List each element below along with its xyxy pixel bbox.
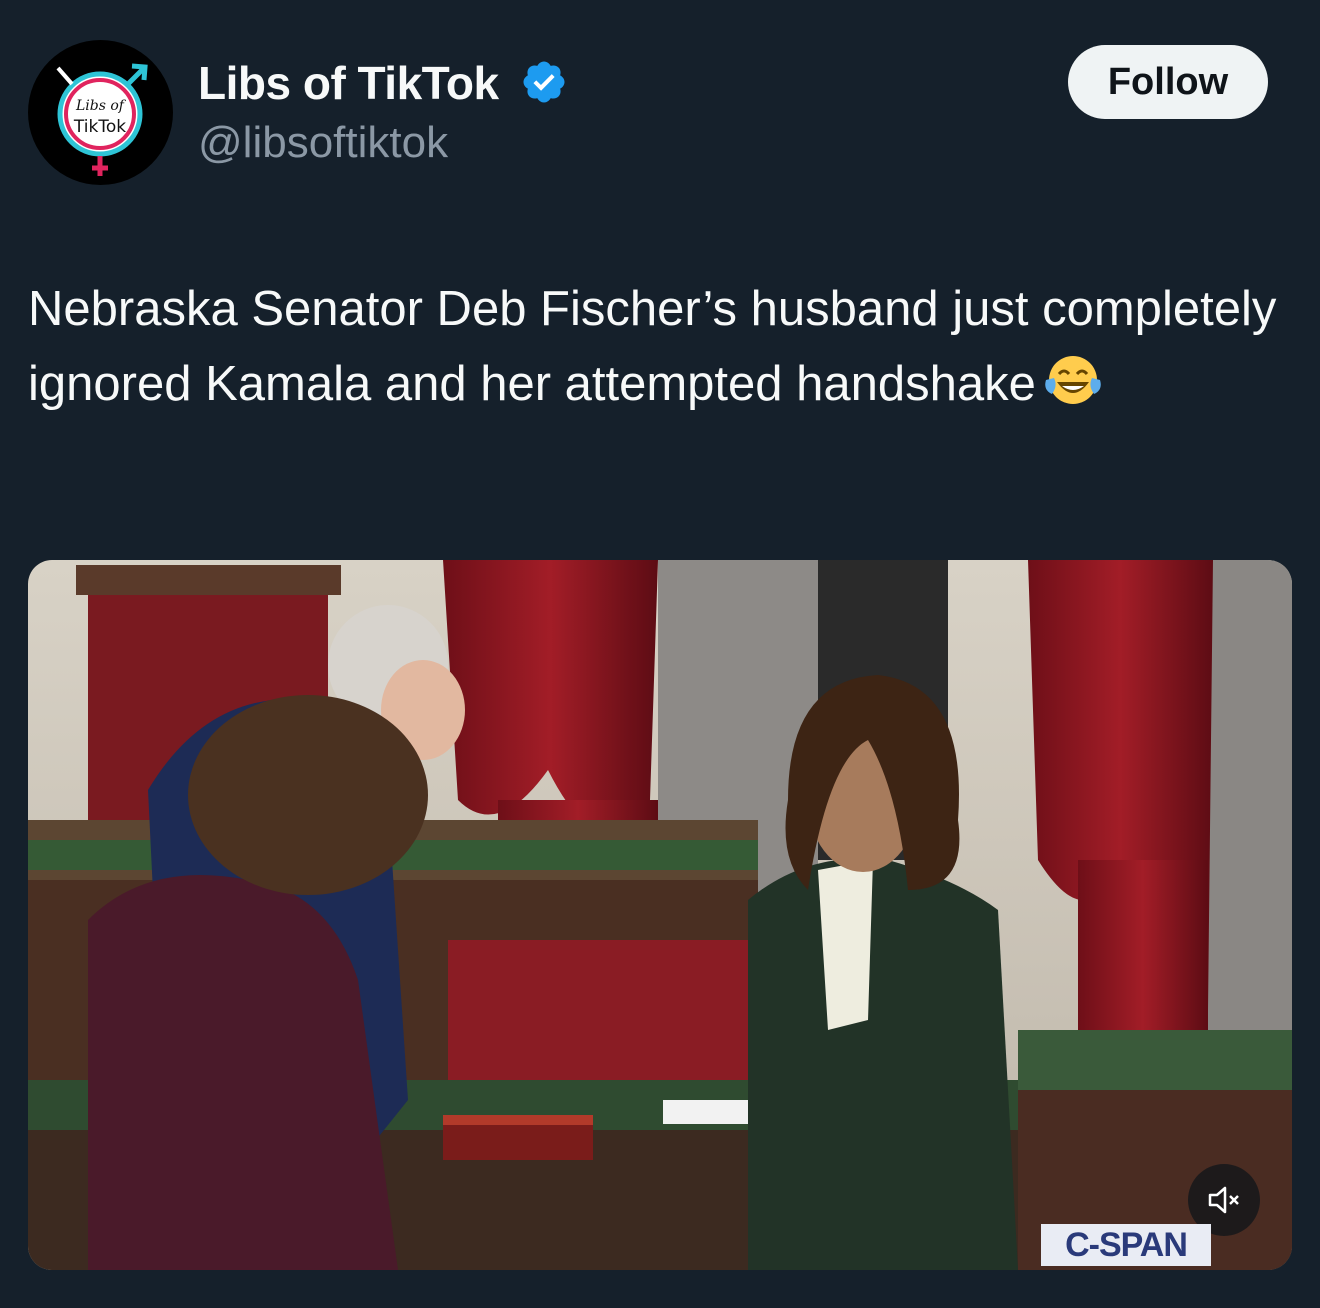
tweet-text: Nebraska Senator Deb Fischer’s husband j… (28, 272, 1288, 422)
user-handle[interactable]: @libsoftiktok (198, 118, 448, 168)
svg-text:TikTok: TikTok (73, 117, 126, 137)
avatar-logo-icon: Libs of TikTok (56, 63, 148, 176)
avatar-text: Libs of (75, 98, 127, 114)
verified-badge-icon (523, 61, 565, 103)
video-player[interactable]: C-SPAN (28, 560, 1292, 1270)
follow-button[interactable]: Follow (1068, 45, 1268, 119)
face-with-tears-of-joy-icon (1045, 356, 1101, 404)
cspan-watermark: C-SPAN (1041, 1224, 1211, 1266)
video-frame (28, 560, 1292, 1270)
speaker-muted-icon (1208, 1186, 1239, 1214)
avatar[interactable]: Libs of TikTok (28, 40, 173, 185)
display-name[interactable]: Libs of TikTok (198, 56, 499, 110)
